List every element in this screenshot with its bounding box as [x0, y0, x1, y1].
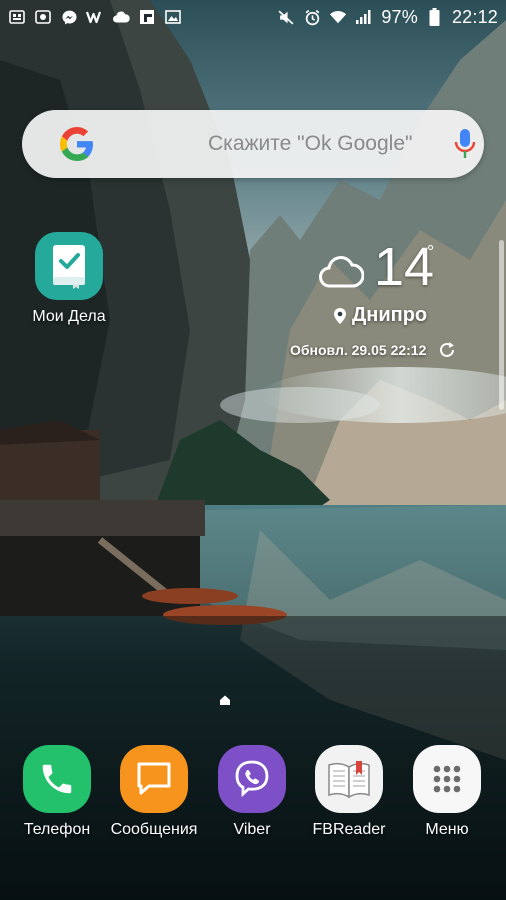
notification-icons — [8, 8, 182, 26]
apps-grid-icon — [413, 745, 481, 813]
search-hint: Скажите "Ok Google" — [208, 132, 413, 155]
signal-icon — [355, 8, 373, 26]
photo-icon — [34, 8, 52, 26]
messenger-icon — [60, 8, 78, 26]
dock-app-viber[interactable]: Viber — [202, 745, 302, 839]
phone-icon — [23, 745, 91, 813]
checkbook-icon — [35, 232, 103, 300]
mute-icon — [277, 8, 295, 26]
location-pin-icon — [334, 308, 346, 324]
app-label: Мои Дела — [32, 308, 106, 325]
dock-app-messages[interactable]: Сообщения — [104, 745, 204, 839]
refresh-icon[interactable] — [438, 341, 456, 359]
weather-updated: Обновл. 29.05 22:12 — [290, 342, 427, 358]
system-icons: 97% 22:12 — [277, 7, 498, 28]
battery-percent: 97% — [381, 6, 418, 27]
weather-degree: ° — [427, 242, 435, 262]
google-search-bar[interactable]: Скажите "Ok Google" — [22, 110, 484, 178]
alarm-icon — [303, 8, 321, 26]
flipboard-icon — [138, 8, 156, 26]
dock-app-fbreader[interactable]: FBReader — [299, 745, 399, 839]
cloud-icon — [319, 256, 364, 288]
dock-app-phone[interactable]: Телефон — [7, 745, 107, 839]
message-icon — [120, 745, 188, 813]
gallery-icon — [8, 8, 26, 26]
dock-label: Viber — [233, 821, 271, 838]
weather-cloud-icon — [112, 8, 130, 26]
weather-city: Днипро — [352, 304, 428, 326]
image-icon — [164, 8, 182, 26]
weather-widget[interactable]: 14 ° Днипро Обновл. 29.05 22:12 — [290, 238, 470, 368]
dock-label: FBReader — [312, 821, 386, 838]
book-icon — [315, 745, 383, 813]
home-page-indicator-icon[interactable] — [218, 693, 232, 707]
viber-icon — [218, 745, 286, 813]
wifi-icon — [329, 8, 347, 26]
battery-icon — [426, 8, 444, 26]
app-moi-dela[interactable]: Мои Дела — [19, 232, 119, 326]
dock-label: Сообщения — [110, 821, 198, 838]
google-logo-icon — [60, 127, 93, 161]
dock-app-menu[interactable]: Меню — [397, 745, 497, 839]
weather-temperature: 14 — [374, 237, 435, 297]
edge-panel-handle[interactable] — [499, 240, 504, 410]
dock-label: Меню — [425, 821, 469, 838]
dock-label: Телефон — [23, 821, 91, 838]
w-app-icon — [86, 8, 104, 26]
clock: 22:12 — [451, 6, 498, 27]
status-bar: 97% 22:12 — [0, 0, 506, 34]
mic-icon[interactable] — [450, 128, 480, 160]
